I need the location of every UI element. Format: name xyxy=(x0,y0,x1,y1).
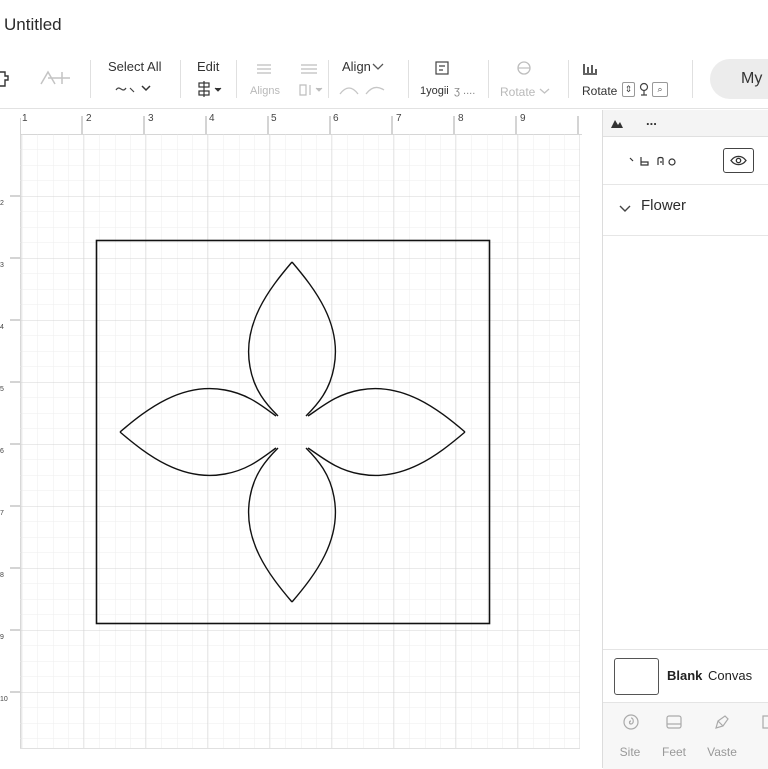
layers-panel: ... Flower Blank Convas Site Feet Vaste xyxy=(602,110,768,769)
rotate-chevron-icon xyxy=(539,88,550,94)
top-ruler-label: 9 xyxy=(520,113,526,124)
arrange-icon xyxy=(299,84,323,96)
top-ruler-label: 6 xyxy=(333,113,339,124)
mountain-icon[interactable] xyxy=(610,117,624,129)
left-ruler-label: 2 xyxy=(0,200,4,207)
layer-group-flower[interactable]: Flower xyxy=(603,184,768,236)
pin-icon[interactable] xyxy=(638,82,650,96)
top-ruler-label: 1 xyxy=(22,113,28,124)
layer-actions-icon[interactable] xyxy=(629,154,683,168)
offset-label: 1yogii xyxy=(420,85,449,97)
align-label: Align xyxy=(342,59,371,74)
rotate-circle-icon xyxy=(517,61,531,75)
top-ruler-label: 7 xyxy=(396,113,402,124)
blank-canvas-label: Convas xyxy=(708,668,753,683)
tab-site[interactable]: Site xyxy=(608,703,652,769)
tab-label: Be xyxy=(759,745,768,759)
left-ruler-label: 3 xyxy=(0,262,4,269)
my-button-label: My xyxy=(741,70,763,87)
offset-icon[interactable] xyxy=(434,60,450,76)
top-ruler: 1 2 3 4 5 6 7 8 9 xyxy=(20,110,582,135)
tab-label: Vaste xyxy=(707,745,737,759)
tab-label: Feet xyxy=(661,745,686,759)
offset-more-label: ʒ .... xyxy=(454,85,476,97)
title-bar: Untitled xyxy=(0,0,768,51)
zoom-icon[interactable]: ⌕ xyxy=(652,82,668,97)
tab-vaste[interactable]: Vaste xyxy=(700,703,744,769)
chevron-down-icon[interactable] xyxy=(619,204,631,214)
top-ruler-label: 2 xyxy=(86,113,92,124)
flip-icon xyxy=(339,86,385,95)
edit-button[interactable] xyxy=(197,81,227,99)
tab-be[interactable]: Be xyxy=(747,703,768,769)
left-ruler-label: 6 xyxy=(0,448,4,455)
shape-icon xyxy=(762,715,768,729)
top-ruler-ticks xyxy=(20,116,579,134)
rotate-label: Rotate xyxy=(582,84,618,98)
blank-canvas-row[interactable]: Blank Convas xyxy=(603,649,768,703)
layer-group-name: Flower xyxy=(641,197,687,214)
panel-bottom-tabs: Site Feet Vaste Be xyxy=(603,702,768,769)
layer-icon xyxy=(666,715,682,729)
rotate-disabled-label: Rotate xyxy=(500,85,536,99)
select-all-button[interactable] xyxy=(114,82,156,96)
top-ruler-label: 3 xyxy=(148,113,154,124)
tab-label: Site xyxy=(619,745,641,759)
edit-toolbar: Select All Edit Aligns Align 1yogii ʒ ..… xyxy=(0,50,768,109)
project-title[interactable]: Untitled xyxy=(4,15,62,35)
select-all-label: Select All xyxy=(108,59,162,74)
my-projects-button[interactable]: My xyxy=(710,59,768,99)
align-chevron-icon[interactable] xyxy=(372,62,384,72)
design-canvas[interactable] xyxy=(20,134,580,748)
spiral-icon xyxy=(623,714,639,730)
weld-icon xyxy=(40,70,70,85)
canvas-grid-and-design[interactable] xyxy=(20,134,580,748)
align-disabled-label: Aligns xyxy=(250,85,280,97)
top-ruler-label: 8 xyxy=(458,113,464,124)
left-ruler-label: 8 xyxy=(0,572,4,579)
layer-tools-row xyxy=(603,136,768,185)
more-options-button[interactable]: ... xyxy=(646,113,657,128)
left-ruler-label: 7 xyxy=(0,510,4,517)
left-ruler-label: 4 xyxy=(0,324,4,331)
blank-canvas-swatch[interactable] xyxy=(614,658,659,695)
size-bars-icon[interactable] xyxy=(582,61,598,75)
left-ruler: 2 3 4 5 6 7 8 9 10 xyxy=(0,134,21,768)
tab-feet[interactable]: Feet xyxy=(652,703,696,769)
layers-panel-header: ... xyxy=(603,110,768,137)
puzzle-icon[interactable] xyxy=(0,68,10,88)
top-ruler-label: 4 xyxy=(209,113,215,124)
left-ruler-label: 10 xyxy=(0,696,8,703)
align-left-icon xyxy=(257,64,271,74)
top-ruler-label: 5 xyxy=(271,113,277,124)
left-ruler-label: 5 xyxy=(0,386,4,393)
left-ruler-label: 9 xyxy=(0,634,4,641)
visibility-toggle[interactable] xyxy=(723,148,754,173)
eye-icon xyxy=(730,155,747,166)
horizontal-scrollbar[interactable] xyxy=(20,748,580,769)
lock-toggle-icon[interactable]: ⇕ xyxy=(622,82,635,97)
edit-label: Edit xyxy=(197,59,220,74)
pen-icon xyxy=(715,715,729,729)
distribute-icon xyxy=(301,64,317,74)
blank-canvas-label-bold: Blank xyxy=(667,668,703,683)
